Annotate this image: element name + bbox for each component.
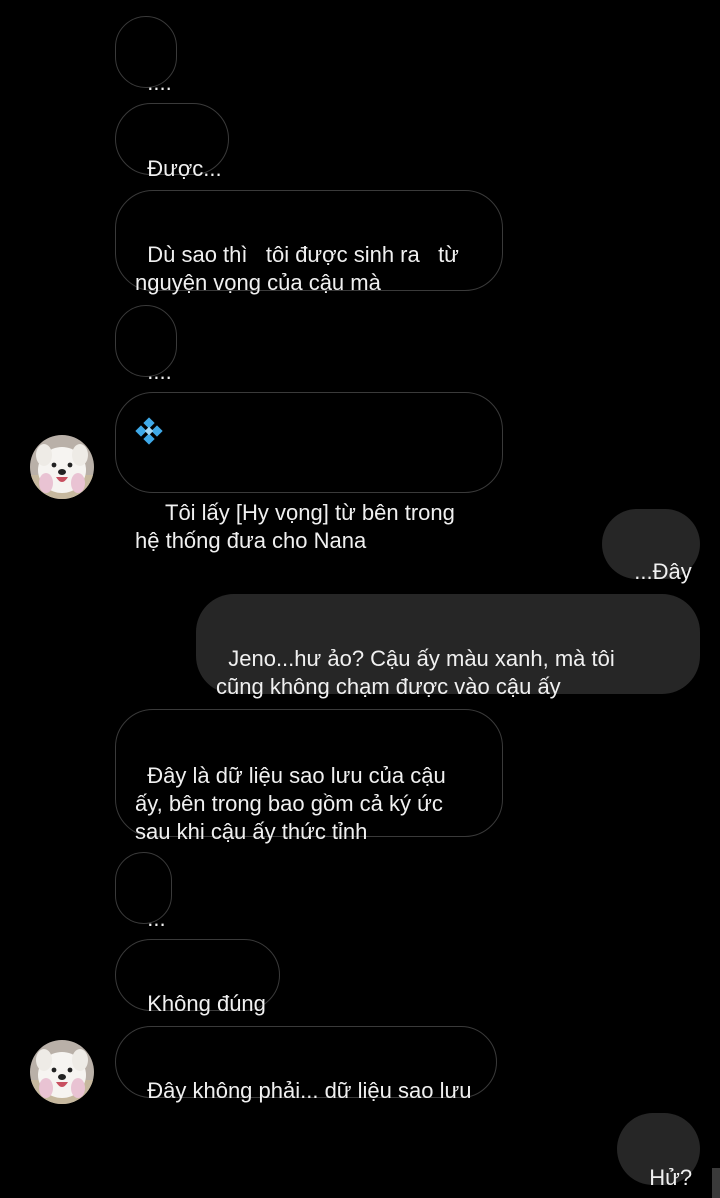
message-bubble[interactable]: ....	[115, 305, 177, 384]
message-bubble[interactable]: Đây là dữ liệu sao lưu của cậu ấy, bên t…	[115, 709, 503, 844]
message-text: Tôi lấy [Hy vọng] từ bên trong hệ thống …	[135, 500, 455, 553]
message-text: Không đúng	[147, 991, 266, 1016]
avatar[interactable]	[30, 435, 94, 499]
message-bubble[interactable]: Jeno...hư ảo? Cậu ấy màu xanh, mà tôi cũ…	[196, 594, 700, 699]
message-text: ...	[147, 906, 166, 931]
message-bubble[interactable]: Đây không phải... dữ liệu sao lưu	[115, 1026, 497, 1103]
message-bubble[interactable]: Dù sao thì tôi được sinh ra từ nguyện vọ…	[115, 190, 503, 295]
message-bubble[interactable]: Không đúng	[115, 939, 280, 1016]
message-text: ....	[147, 70, 172, 95]
message-text: Hử?	[649, 1165, 693, 1190]
message-text: Được...	[147, 156, 222, 181]
message-text: ...Đây	[634, 559, 692, 584]
message-bubble[interactable]: ...	[115, 852, 172, 931]
blue-diamond-icon	[135, 417, 163, 445]
message-text: Jeno...hư ảo? Cậu ấy màu xanh, mà tôi cũ…	[216, 646, 615, 699]
message-bubble[interactable]: ...Đây	[602, 509, 700, 584]
dog-avatar-icon	[30, 435, 94, 499]
avatar[interactable]	[30, 1040, 94, 1104]
message-text: Đây không phải... dữ liệu sao lưu	[147, 1078, 472, 1103]
scrollbar[interactable]	[712, 1168, 720, 1198]
dog-avatar-icon	[30, 1040, 94, 1104]
message-text: Dù sao thì tôi được sinh ra từ nguyện vọ…	[135, 242, 459, 295]
message-text: Đây là dữ liệu sao lưu của cậu ấy, bên t…	[135, 763, 446, 844]
message-bubble[interactable]: Được...	[115, 103, 229, 181]
message-bubble[interactable]: ....	[115, 16, 177, 95]
message-bubble[interactable]: Tôi lấy [Hy vọng] từ bên trong hệ thống …	[115, 392, 503, 553]
message-bubble[interactable]: Hử?	[617, 1113, 700, 1190]
message-text: ....	[147, 359, 172, 384]
